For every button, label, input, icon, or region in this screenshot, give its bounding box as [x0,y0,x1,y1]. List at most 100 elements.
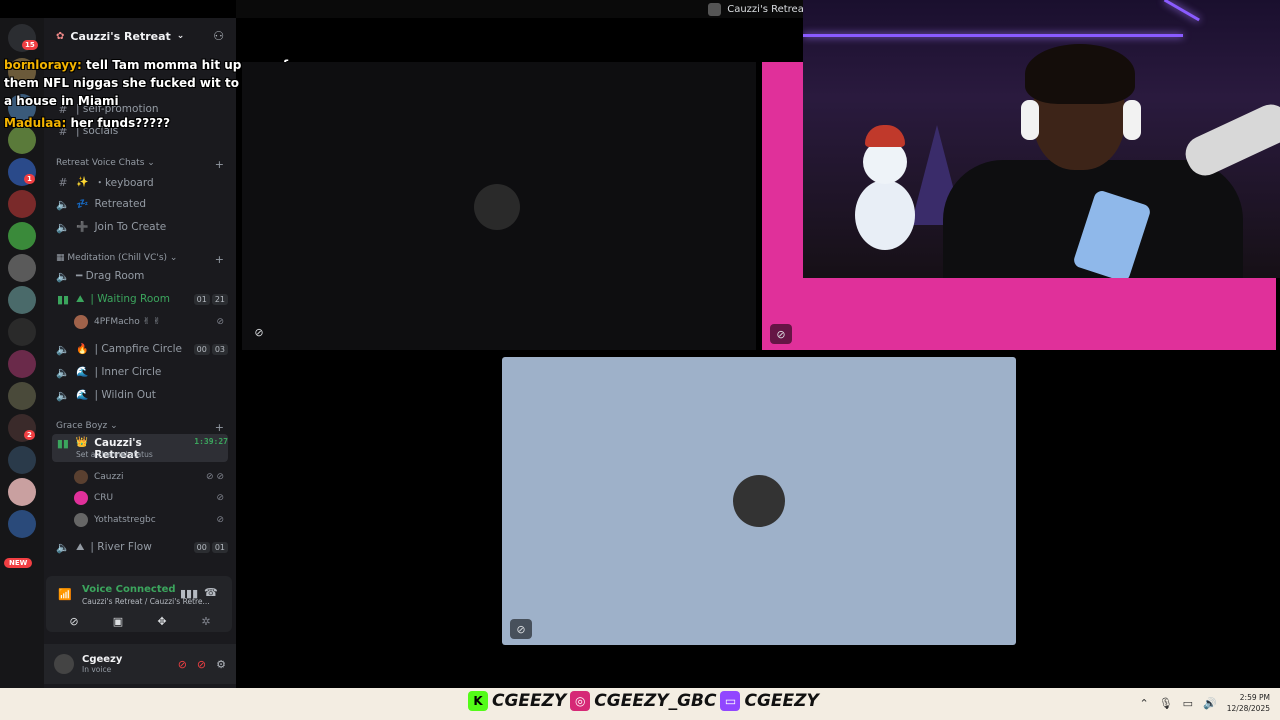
streamer-webcam [803,0,1280,278]
avatar [74,315,88,329]
instagram-icon: ◎ [570,691,591,711]
clock-date: 12/28/2025 [1226,704,1270,713]
chevron-up-icon[interactable]: ⌃ [1139,697,1148,710]
channel-retreated[interactable]: 🔈 💤 Retreated [52,194,228,214]
microphone-icon[interactable]: 🎙 [1159,697,1173,710]
discord-stream-screen: Cauzzi's Retreat 15 1 2 NEW ✿ Cauzzi's R… [0,0,1280,720]
instagram-handle: CGEEZY_GBC [594,691,717,711]
camera-off-button[interactable]: ⊘ [54,610,94,632]
user-info[interactable]: Cgeezy In voice [82,654,122,674]
server-icon[interactable] [8,254,36,282]
deafen-icon[interactable]: ⊘ [197,658,206,671]
channel-name: | Wildin Out [94,389,156,401]
category-grace-boyz[interactable]: Grace Boyz ⌄ + [56,421,224,434]
participant-avatar [474,184,520,230]
twitch-icon: ▭ [720,691,741,711]
channel-drag-room[interactable]: 🔈 ━ Drag Room [52,266,228,286]
mention-badge: 1 [24,174,35,184]
voice-user[interactable]: Cauzzi ⊘ ⊘ [74,468,224,486]
screen-share-button[interactable]: ▣ [98,610,138,632]
mic-muted-icon: ⊘ [770,324,792,344]
channel-status[interactable]: Set a channel status [76,450,153,459]
activities-button[interactable]: ✥ [142,610,182,632]
server-icon[interactable] [8,190,36,218]
channel-campfire-circle[interactable]: 🔈 🔥 | Campfire Circle 00 03 [52,339,228,359]
server-icon[interactable] [8,446,36,474]
network-icon[interactable]: ▭ [1183,697,1193,710]
user-name: CRU [94,493,114,503]
mic-muted-icon[interactable]: ⊘ [178,658,187,671]
voice-user[interactable]: Yothatstregbc ⊘ [74,511,224,529]
mic-muted-icon: ⊘ [254,325,264,339]
noise-suppression-icon[interactable]: ▮▮▮ [180,587,198,600]
channel-name: ━ Drag Room [76,270,145,282]
video-tile[interactable]: ⊘ [242,62,756,350]
user-counts: 00 03 [193,343,228,355]
channel-cauzzis-retreat[interactable]: ▮▮ 👑 Cauzzi's Retreat 1:39:27 Set a chan… [52,434,228,462]
video-tile[interactable]: ⊘ [502,357,1016,645]
channel-name: | River Flow [90,541,152,553]
camera-off-icon: ⊘ [69,614,79,628]
channel-inner-circle[interactable]: 🔈 🌊 | Inner Circle [52,362,228,382]
disconnect-icon[interactable]: ☎ [204,586,218,599]
gear-icon[interactable]: ⚙ [216,658,226,671]
audio-wave-icon: ▮▮ [56,437,69,450]
speaker-icon: 🔈 [56,342,70,356]
add-channel-icon[interactable]: + [215,421,224,434]
server-icon[interactable] [8,350,36,378]
speaker-icon: 🔈 [56,197,70,211]
mention-badge: 15 [22,40,38,50]
add-channel-icon[interactable]: + [215,253,224,266]
channel-wildin-out[interactable]: 🔈 🌊 | Wildin Out [52,385,228,405]
category-retreat-voice[interactable]: Retreat Voice Chats ⌄ + [56,158,224,171]
system-tray: ⌃ 🎙 ▭ 🔊 2:59 PM 12/28/2025 [1139,692,1270,714]
voice-user[interactable]: CRU ⊘ [74,489,224,507]
category-meditation[interactable]: ▦ Meditation (Chill VC's) ⌄ + [56,253,224,266]
headset [1021,100,1039,140]
server-icon[interactable] [8,478,36,506]
channel-name: Join To Create [94,221,167,233]
fire-icon: 🔥 [76,343,89,355]
kick-icon: K [468,691,488,711]
channel-keyboard[interactable]: # ✨ ・keyboard [52,172,228,192]
voice-user[interactable]: 4PFMacho ✌ ✌ ⊘ [74,313,224,331]
chevron-down-icon: ⌄ [147,158,155,168]
chat-username: Madulaa: [4,116,67,130]
server-icon[interactable] [8,286,36,314]
server-icon[interactable] [8,510,36,538]
voice-status-title[interactable]: Voice Connected [82,584,176,595]
taskbar: K CGEEZY ◎ CGEEZY_GBC ▭ CGEEZY ⌃ 🎙 ▭ 🔊 2… [0,688,1280,720]
hash-icon: # [58,175,68,189]
avatar [74,491,88,505]
kick-handle: CGEEZY [492,691,567,711]
user-controls: ⊘ ⊘ ⚙ [178,658,226,671]
channel-name: Retreated [94,198,147,210]
soundboard-button[interactable]: ✲ [186,610,226,632]
mic-muted-icon: ⊘ [216,317,224,327]
clock[interactable]: 2:59 PM 12/28/2025 [1227,692,1270,714]
server-icon[interactable] [8,382,36,410]
user-limit: 03 [211,343,228,355]
mention-badge: 2 [24,430,35,440]
twitch-handle: CGEEZY [744,691,819,711]
channel-emoji: ⛰ [76,293,85,305]
chat-username: bornlorayy: [4,58,82,72]
channel-name: ・keyboard [94,176,154,189]
headset [1123,100,1141,140]
channel-join-to-create[interactable]: 🔈 ➕ Join To Create [52,217,228,237]
user-name: Yothatstregbc [94,515,156,525]
server-icon [708,2,722,16]
channel-waiting-room[interactable]: ▮▮ ⛰ | Waiting Room 01 21 [52,289,228,309]
avatar[interactable] [54,654,74,674]
server-icon[interactable] [8,222,36,250]
channel-river-flow[interactable]: 🔈 ⛰ | River Flow 00 01 [52,537,228,557]
invite-people-icon[interactable]: ⚇ [213,29,224,43]
channel-name: | Inner Circle [94,366,162,378]
user-count: 00 [193,541,210,553]
signal-icon[interactable]: 📶 [58,588,72,601]
category-label: Retreat Voice Chats [56,158,145,168]
volume-icon[interactable]: 🔊 [1203,697,1217,710]
server-icon[interactable] [8,318,36,346]
server-header[interactable]: ✿ Cauzzi's Retreat ⌄ ⚇ [44,18,236,54]
add-channel-icon[interactable]: + [215,158,224,171]
